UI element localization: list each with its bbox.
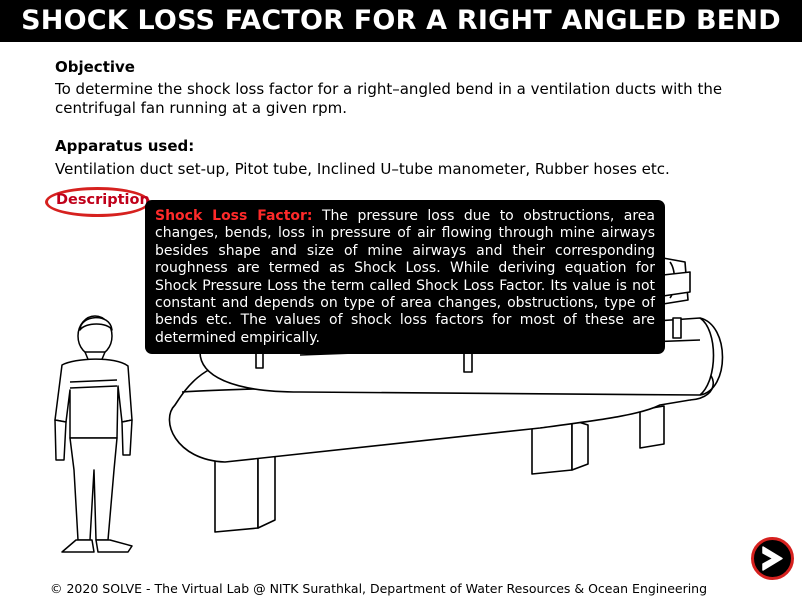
footer-copyright: © 2020 SOLVE - The Virtual Lab @ NITK Su…	[50, 581, 708, 596]
tooltip-term: Shock Loss Factor:	[155, 208, 313, 224]
duct-support-leg	[639, 405, 665, 449]
description-tab[interactable]: Description	[56, 192, 150, 208]
tooltip-text: The pressure loss due to obstructions, a…	[155, 208, 655, 346]
description-tooltip: Shock Loss Factor: The pressure loss due…	[145, 200, 665, 354]
person-figure	[54, 315, 133, 553]
next-button[interactable]	[751, 537, 794, 580]
